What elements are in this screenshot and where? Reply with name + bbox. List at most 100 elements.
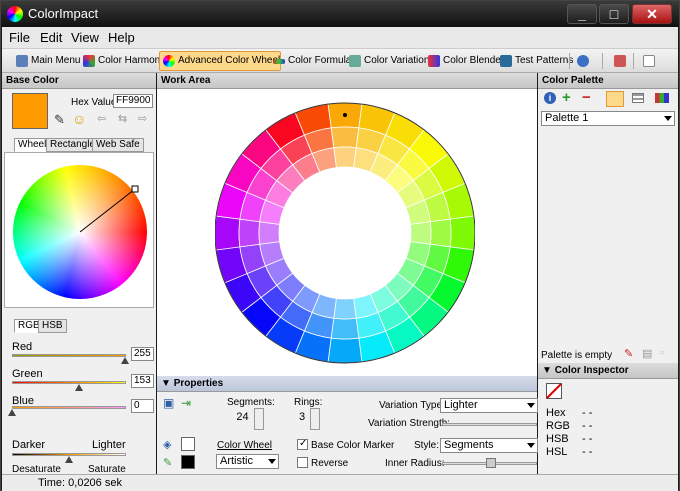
- color-wheel-select[interactable]: Artistic: [216, 454, 279, 469]
- collapse-icon[interactable]: ▼: [542, 365, 552, 376]
- segments-value[interactable]: 24: [229, 411, 254, 426]
- export-icon[interactable]: ⇥: [181, 396, 191, 410]
- eyedropper-icon[interactable]: ✎: [624, 347, 633, 360]
- variation-type-select[interactable]: Lighter: [440, 398, 538, 413]
- arrow-right-icon[interactable]: ⇨: [138, 112, 147, 125]
- copy-icon[interactable]: ▤: [642, 347, 652, 360]
- save-icon[interactable]: ▣: [163, 396, 174, 410]
- toolbar-separator: [602, 53, 603, 69]
- tb-color-variations[interactable]: Color Variations: [345, 51, 435, 71]
- reverse-checkbox[interactable]: [297, 457, 308, 468]
- details-view-icon[interactable]: [632, 93, 644, 103]
- no-color-swatch: [546, 383, 562, 399]
- base-color-marker: [343, 113, 347, 117]
- base-color-marker-label: Base Color Marker: [311, 440, 395, 451]
- eyedropper-icon[interactable]: ✎: [54, 112, 65, 128]
- segments-spinner[interactable]: [254, 408, 264, 430]
- remove-icon[interactable]: −: [582, 89, 591, 106]
- help-button[interactable]: [573, 51, 591, 71]
- lighter-label: Lighter: [92, 439, 126, 451]
- harmonies-icon: [83, 55, 95, 67]
- close-icon[interactable]: ✕: [632, 4, 672, 24]
- variation-strength-slider[interactable]: [442, 423, 537, 426]
- green-thumb[interactable]: [75, 384, 83, 391]
- arrow-left-icon[interactable]: ⇦: [97, 112, 106, 125]
- swap-icon[interactable]: ⇆: [118, 112, 127, 125]
- inspector-value-rgb: - -: [582, 420, 593, 432]
- fill-icon[interactable]: ◈: [163, 438, 171, 451]
- base-color-swatch[interactable]: [12, 93, 48, 129]
- wheel-segment[interactable]: [330, 126, 360, 149]
- palette-swatch-area: [538, 129, 678, 345]
- base-color-marker-checkbox[interactable]: ✓: [297, 438, 308, 450]
- wheel-segment[interactable]: [409, 221, 432, 245]
- grid-view-icon[interactable]: [655, 93, 669, 103]
- background-color-swatch[interactable]: [181, 437, 195, 451]
- blue-value[interactable]: 0: [131, 399, 154, 413]
- green-value[interactable]: 153: [131, 374, 154, 388]
- tab-hsb[interactable]: HSB: [38, 319, 67, 333]
- tb-color-blender[interactable]: Color Blender: [424, 51, 505, 71]
- blue-thumb[interactable]: [8, 409, 16, 416]
- palette-status: Palette is empty: [541, 350, 613, 361]
- menu-view[interactable]: View: [71, 30, 99, 45]
- green-slider[interactable]: [12, 381, 126, 384]
- smiley-icon[interactable]: ☺: [72, 111, 86, 127]
- app-window: ColorImpact _ □ ✕ File Edit View Help Ma…: [0, 0, 680, 491]
- color-wheel-canvas[interactable]: [215, 101, 475, 365]
- wheel-segment[interactable]: [327, 337, 363, 364]
- toolbar: Main Menu Color Harmonies Advanced Color…: [2, 49, 678, 73]
- menu-edit[interactable]: Edit: [40, 30, 62, 45]
- foreground-color-swatch[interactable]: [181, 455, 195, 469]
- info-icon[interactable]: i: [544, 92, 556, 104]
- variations-icon: [349, 55, 361, 67]
- blue-slider[interactable]: [12, 406, 126, 409]
- wheel-segment[interactable]: [449, 215, 475, 251]
- menu-help[interactable]: Help: [108, 30, 135, 45]
- tab-wheel[interactable]: Wheel: [14, 138, 51, 152]
- hex-value-field[interactable]: FF9900: [113, 94, 153, 108]
- wheel-segment[interactable]: [238, 218, 261, 248]
- wheel-segment[interactable]: [330, 317, 360, 340]
- list-view-icon[interactable]: [606, 91, 624, 107]
- inner-radius-thumb[interactable]: [486, 458, 496, 468]
- collapse-icon[interactable]: ▼: [161, 378, 171, 389]
- wheel-picker-area[interactable]: [4, 152, 154, 308]
- palette-select[interactable]: Palette 1: [541, 111, 675, 126]
- tb-label: Color Blender: [443, 55, 505, 66]
- wheel-segment[interactable]: [333, 297, 357, 320]
- red-value[interactable]: 255: [131, 347, 154, 361]
- wheel-segment[interactable]: [215, 215, 241, 251]
- wheel-segment[interactable]: [333, 146, 357, 169]
- export-button[interactable]: [610, 51, 628, 71]
- menu-file[interactable]: File: [9, 30, 30, 45]
- pencil-icon[interactable]: ✎: [163, 456, 172, 469]
- color-inspector-header: ▼ Color Inspector: [538, 363, 678, 379]
- chevron-down-icon: [527, 443, 535, 448]
- tb-advanced-color-wheel[interactable]: Advanced Color Wheel: [159, 51, 282, 71]
- color-inspector-panel: ▼ Color Inspector Hex - - RGB - - HSB - …: [538, 363, 678, 474]
- style-select[interactable]: Segments: [440, 438, 538, 453]
- add-icon[interactable]: +: [562, 89, 571, 106]
- wheel-segment[interactable]: [258, 221, 281, 245]
- paste-icon[interactable]: ▫: [660, 347, 664, 359]
- minimize-icon[interactable]: _: [567, 4, 597, 24]
- maximize-icon[interactable]: □: [599, 4, 629, 24]
- red-thumb[interactable]: [121, 357, 129, 364]
- new-document-button[interactable]: [639, 51, 657, 71]
- saturate-label: Saturate: [88, 464, 126, 474]
- chevron-down-icon: [664, 116, 672, 121]
- tb-test-patterns[interactable]: Test Patterns: [496, 51, 574, 71]
- rings-spinner[interactable]: [310, 408, 320, 430]
- tab-web-safe[interactable]: Web Safe: [92, 138, 144, 152]
- wheel-segment[interactable]: [429, 218, 452, 248]
- inspector-label-hsl: HSL: [546, 446, 568, 458]
- tb-main-menu[interactable]: Main Menu: [12, 51, 81, 71]
- checkmark-icon: ✓: [299, 438, 308, 449]
- variation-strength-label: Variation Strength:: [368, 418, 451, 429]
- brightness-thumb[interactable]: [65, 456, 73, 463]
- color-palette-panel: Color Palette i + − Palette 1 Palette is…: [538, 73, 678, 363]
- style-value: Segments: [444, 439, 494, 451]
- red-slider[interactable]: [12, 354, 126, 357]
- inner-radius-label: Inner Radius:: [385, 458, 445, 469]
